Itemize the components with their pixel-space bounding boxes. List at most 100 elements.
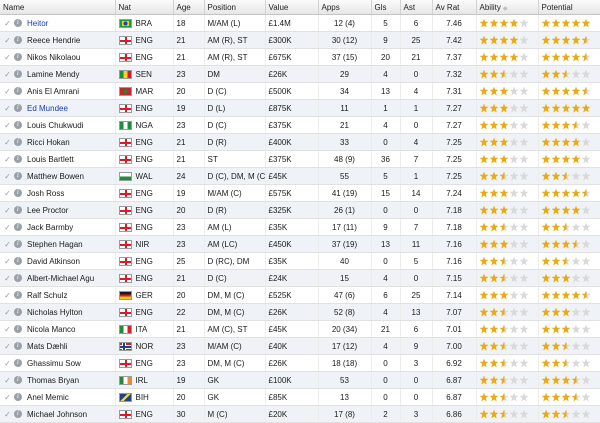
column-header-ability[interactable]: Ability ◆	[476, 0, 539, 15]
player-name[interactable]: Stephen Hagan	[27, 240, 83, 249]
table-row[interactable]: ✓ i Michael Johnson ENG 30 M (C) £20K 17 (8) 2 3 6…	[0, 405, 600, 423]
player-name-cell[interactable]: ✓ i Josh Ross	[0, 184, 116, 202]
player-name-cell[interactable]: ✓ i Matthew Bowen	[0, 167, 116, 185]
info-icon[interactable]: i	[14, 53, 22, 61]
table-row[interactable]: ✓ i Lamine Mendy SEN 23 DM £26K 29 4 0 7.32	[0, 65, 600, 83]
check-icon[interactable]: ✓	[3, 53, 12, 62]
check-icon[interactable]: ✓	[3, 104, 12, 113]
table-row[interactable]: ✓ i Thomas Bryan IRL 19 GK £100K 53 0 0 6.87	[0, 371, 600, 389]
player-name[interactable]: Ricci Hokan	[27, 138, 70, 147]
player-name[interactable]: Ralf Schulz	[27, 291, 67, 300]
player-name-cell[interactable]: ✓ i Heitor	[0, 14, 116, 32]
table-row[interactable]: ✓ i Anel Memic BIH 20 GK £85K 13 0 0 6.87	[0, 388, 600, 406]
check-icon[interactable]: ✓	[3, 138, 12, 147]
info-icon[interactable]: i	[14, 376, 22, 384]
column-header-value[interactable]: Value	[265, 0, 319, 15]
table-row[interactable]: ✓ i Louis Chukwudi NGA 23 D (C) £375K 21 4 0 7.27	[0, 116, 600, 134]
table-row[interactable]: ✓ i Nicola Manco ITA 21 AM (C), ST £45K 20 (34)…	[0, 320, 600, 338]
player-name[interactable]: Nicola Manco	[27, 325, 75, 334]
info-icon[interactable]: i	[14, 223, 22, 231]
table-row[interactable]: ✓ i Jack Barmby ENG 23 AM (L) £35K 17 (11) 9 7 7.1…	[0, 218, 600, 236]
column-header-nat[interactable]: Nat	[115, 0, 174, 15]
table-row[interactable]: ✓ i Ed Mundee ENG 19 D (L) £875K 11 1 1 7.27	[0, 99, 600, 117]
table-row[interactable]: ✓ i Louis Bartlett ENG 21 ST £375K 48 (9) 36 7 7.2…	[0, 150, 600, 168]
check-icon[interactable]: ✓	[3, 36, 12, 45]
column-header-position[interactable]: Position	[204, 0, 266, 15]
check-icon[interactable]: ✓	[3, 206, 12, 215]
player-name[interactable]: Albert-Michael Agu	[27, 274, 94, 283]
check-icon[interactable]: ✓	[3, 410, 12, 419]
check-icon[interactable]: ✓	[3, 359, 12, 368]
info-icon[interactable]: i	[14, 240, 22, 248]
check-icon[interactable]: ✓	[3, 155, 12, 164]
player-name-cell[interactable]: ✓ i Nicola Manco	[0, 320, 116, 338]
column-header-assists[interactable]: Ast	[400, 0, 433, 15]
check-icon[interactable]: ✓	[3, 121, 12, 130]
player-name[interactable]: Mats Dæhli	[27, 342, 67, 351]
player-name[interactable]: Jack Barmby	[27, 223, 73, 232]
info-icon[interactable]: i	[14, 206, 22, 214]
column-header-goals[interactable]: Gls	[371, 0, 401, 15]
table-row[interactable]: ✓ i Nikos Nikolaou ENG 21 AM (R), ST £675K 37 (…	[0, 48, 600, 66]
info-icon[interactable]: i	[14, 308, 22, 316]
player-name-cell[interactable]: ✓ i Ed Mundee	[0, 99, 116, 117]
table-row[interactable]: ✓ i Matthew Bowen WAL 24 D (C), DM, M (C) £45K…	[0, 167, 600, 185]
player-name-cell[interactable]: ✓ i Anis El Amrani	[0, 82, 116, 100]
player-name-cell[interactable]: ✓ i Ralf Schulz	[0, 286, 116, 304]
check-icon[interactable]: ✓	[3, 257, 12, 266]
check-icon[interactable]: ✓	[3, 291, 12, 300]
player-name[interactable]: Anel Memic	[27, 393, 69, 402]
player-name-cell[interactable]: ✓ i Ghassimu Sow	[0, 354, 116, 372]
player-name[interactable]: Louis Chukwudi	[27, 121, 83, 130]
info-icon[interactable]: i	[14, 19, 22, 27]
player-name[interactable]: Thomas Bryan	[27, 376, 79, 385]
player-name-cell[interactable]: ✓ i Ricci Hokan	[0, 133, 116, 151]
player-name-cell[interactable]: ✓ i Nicholas Hylton	[0, 303, 116, 321]
table-row[interactable]: ✓ i Josh Ross ENG 19 M/AM (C) £575K 41 (19) 15 14…	[0, 184, 600, 202]
player-name-cell[interactable]: ✓ i Michael Johnson	[0, 405, 116, 423]
table-row[interactable]: ✓ i Ricci Hokan ENG 21 D (R) £400K 33 0 4 7.25	[0, 133, 600, 151]
info-icon[interactable]: i	[14, 104, 22, 112]
player-name[interactable]: David Atkinson	[27, 257, 80, 266]
player-name-cell[interactable]: ✓ i Nikos Nikolaou	[0, 48, 116, 66]
info-icon[interactable]: i	[14, 410, 22, 418]
check-icon[interactable]: ✓	[3, 19, 12, 28]
player-name-cell[interactable]: ✓ i David Atkinson	[0, 252, 116, 270]
table-row[interactable]: ✓ i Heitor BRA 18 M/AM (L) £1.4M 12 (4) 5 6 7.46	[0, 14, 600, 32]
column-header-potential[interactable]: Potential	[538, 0, 600, 15]
info-icon[interactable]: i	[14, 291, 22, 299]
player-name[interactable]: Nicholas Hylton	[27, 308, 83, 317]
info-icon[interactable]: i	[14, 138, 22, 146]
check-icon[interactable]: ✓	[3, 325, 12, 334]
table-row[interactable]: ✓ i Reece Hendrie ENG 21 AM (R), ST £300K 30 (1…	[0, 31, 600, 49]
player-name-cell[interactable]: ✓ i Anel Memic	[0, 388, 116, 406]
player-name-cell[interactable]: ✓ i Mats Dæhli	[0, 337, 116, 355]
player-name[interactable]: Josh Ross	[27, 189, 64, 198]
info-icon[interactable]: i	[14, 172, 22, 180]
player-name[interactable]: Nikos Nikolaou	[27, 53, 80, 62]
player-name[interactable]: Heitor	[27, 19, 48, 28]
table-row[interactable]: ✓ i Albert-Michael Agu ENG 21 D (C) £24K 15 4 0 7.…	[0, 269, 600, 287]
info-icon[interactable]: i	[14, 274, 22, 282]
table-row[interactable]: ✓ i Lee Proctor ENG 20 D (R) £325K 26 (1) 0 0 7.18	[0, 201, 600, 219]
info-icon[interactable]: i	[14, 189, 22, 197]
info-icon[interactable]: i	[14, 121, 22, 129]
player-name[interactable]: Lee Proctor	[27, 206, 68, 215]
check-icon[interactable]: ✓	[3, 240, 12, 249]
player-name-cell[interactable]: ✓ i Louis Bartlett	[0, 150, 116, 168]
check-icon[interactable]: ✓	[3, 342, 12, 351]
player-name[interactable]: Anis El Amrani	[27, 87, 79, 96]
column-header-apps[interactable]: Apps	[318, 0, 372, 15]
player-name[interactable]: Ghassimu Sow	[27, 359, 81, 368]
player-name[interactable]: Ed Mundee	[27, 104, 68, 113]
table-row[interactable]: ✓ i Ralf Schulz GER 20 DM, M (C) £525K 47 (6) 6 2…	[0, 286, 600, 304]
player-name[interactable]: Matthew Bowen	[27, 172, 84, 181]
player-name[interactable]: Lamine Mendy	[27, 70, 79, 79]
table-row[interactable]: ✓ i Ghassimu Sow ENG 23 DM, M (C) £26K 18 (18) 0…	[0, 354, 600, 372]
player-name-cell[interactable]: ✓ i Thomas Bryan	[0, 371, 116, 389]
check-icon[interactable]: ✓	[3, 172, 12, 181]
table-row[interactable]: ✓ i Nicholas Hylton ENG 22 DM, M (C) £26K 52 (8…	[0, 303, 600, 321]
player-name-cell[interactable]: ✓ i Louis Chukwudi	[0, 116, 116, 134]
column-header-name[interactable]: Name	[0, 0, 116, 15]
player-name[interactable]: Michael Johnson	[27, 410, 87, 419]
